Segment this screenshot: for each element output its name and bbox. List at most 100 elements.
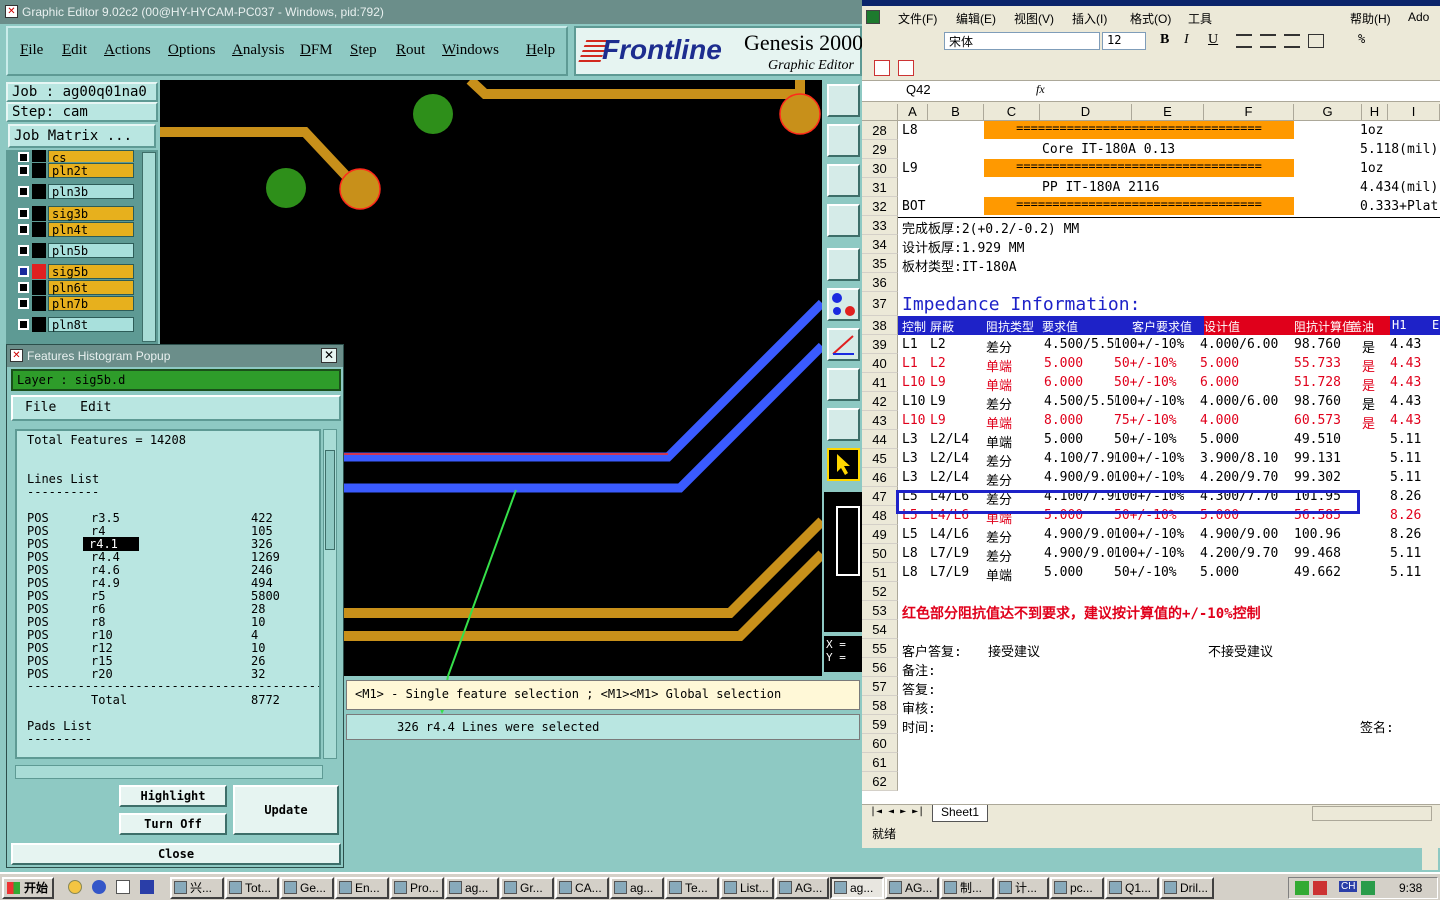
footer-label[interactable]: 时间: <box>902 717 992 736</box>
layer-row[interactable]: pln2t <box>16 163 134 178</box>
column-header[interactable]: F <box>1204 104 1294 121</box>
impedance-cell[interactable]: 98.760 <box>1294 337 1364 352</box>
menu-rout[interactable]: Rout <box>396 42 425 59</box>
impedance-header-cell[interactable]: 要求值 <box>1042 318 1132 335</box>
histogram-vertical-scrollbar[interactable] <box>323 429 337 759</box>
line-polarity[interactable]: POS <box>27 628 49 642</box>
menu-edit[interactable]: Edit <box>62 42 87 59</box>
row-header[interactable]: 61 <box>862 753 898 772</box>
row-header[interactable]: 38 <box>862 316 898 335</box>
impedance-cell[interactable]: 5.000 <box>1044 356 1116 371</box>
zoom-back-icon[interactable] <box>827 124 860 157</box>
underline-icon[interactable]: U <box>1208 32 1218 48</box>
row-header[interactable]: 55 <box>862 639 898 658</box>
line-symbol[interactable]: r10 <box>91 628 113 642</box>
line-count[interactable]: 26 <box>251 654 265 668</box>
row-header[interactable]: 44 <box>862 430 898 449</box>
excel-menu-view[interactable]: 视图(V) <box>1014 10 1054 27</box>
cell-thickness[interactable]: 1oz <box>1360 123 1440 138</box>
footer-option[interactable]: 接受建议 <box>988 641 1108 660</box>
line-symbol[interactable]: r8 <box>91 615 105 629</box>
tray-sogou-icon[interactable] <box>1361 881 1375 895</box>
row-header[interactable]: 42 <box>862 392 898 411</box>
row-header[interactable]: 28 <box>862 121 898 140</box>
row-header[interactable]: 60 <box>862 734 898 753</box>
row-header[interactable]: 47 <box>862 487 898 506</box>
popup-menu-edit[interactable]: Edit <box>80 400 111 415</box>
row-header[interactable]: 51 <box>862 563 898 582</box>
impedance-cell[interactable]: 99.131 <box>1294 451 1364 466</box>
font-size-select[interactable]: 12 <box>1102 32 1146 50</box>
line-symbol[interactable]: r12 <box>91 641 113 655</box>
cell-thickness[interactable]: 4.434(mil) <box>1360 180 1440 195</box>
taskbar-button[interactable]: Pro... <box>390 877 444 899</box>
impedance-cell[interactable]: 50+/-10% <box>1114 565 1184 580</box>
name-box[interactable]: Q42 <box>864 82 986 100</box>
taskbar-button[interactable]: ag... <box>610 877 664 899</box>
pointer-select-icon[interactable] <box>827 448 860 481</box>
excel-vertical-scroll[interactable] <box>1422 844 1438 870</box>
row-header[interactable]: 45 <box>862 449 898 468</box>
line-count[interactable]: 326 <box>251 537 273 551</box>
percent-icon[interactable]: % <box>1358 32 1365 46</box>
row-header[interactable]: 52 <box>862 582 898 601</box>
row-header[interactable]: 59 <box>862 715 898 734</box>
line-count[interactable]: 4 <box>251 628 258 642</box>
layer-checkbox[interactable] <box>18 282 29 293</box>
row-header[interactable]: 41 <box>862 373 898 392</box>
taskbar-button[interactable]: AG... <box>885 877 939 899</box>
impedance-cell[interactable]: 100+/-10% <box>1114 527 1184 542</box>
row-header[interactable]: 32 <box>862 197 898 216</box>
footer-option[interactable]: 不接受建议 <box>1208 641 1328 660</box>
layer-row[interactable]: cs <box>16 150 134 162</box>
impedance-cell[interactable]: 4.200/9.70 <box>1200 470 1290 485</box>
footer-label[interactable]: 客户答复: <box>902 641 992 660</box>
impedance-cell[interactable]: 60.573 <box>1294 413 1364 428</box>
layer-row[interactable]: sig3b <box>16 206 134 221</box>
taskbar-button[interactable]: 制... <box>940 877 994 899</box>
ime-indicator[interactable]: CH <box>1339 881 1358 892</box>
align-left-icon[interactable] <box>1236 34 1252 48</box>
menu-file[interactable]: File <box>20 42 43 59</box>
row-header[interactable]: 49 <box>862 525 898 544</box>
pdf-icon[interactable] <box>874 60 890 76</box>
stackup-bar[interactable]: ================================== <box>984 197 1294 215</box>
impedance-cell[interactable]: 4.43 <box>1390 356 1440 371</box>
impedance-cell[interactable]: 5.000 <box>1044 565 1116 580</box>
line-polarity[interactable]: POS <box>27 550 49 564</box>
impedance-cell[interactable]: 4.100/7.90 <box>1044 451 1116 466</box>
impedance-cell[interactable]: 98.760 <box>1294 394 1364 409</box>
bold-icon[interactable]: B <box>1160 32 1169 48</box>
impedance-cell[interactable]: 5.11 <box>1390 565 1440 580</box>
layer-checkbox[interactable] <box>18 245 29 256</box>
row-header[interactable]: 39 <box>862 335 898 354</box>
impedance-cell[interactable]: 100+/-10% <box>1114 451 1184 466</box>
drc-icon[interactable] <box>827 408 860 441</box>
row-header[interactable]: 50 <box>862 544 898 563</box>
zoom-fit-icon[interactable] <box>827 164 860 197</box>
column-header[interactable]: E <box>1132 104 1204 121</box>
row-header[interactable]: 57 <box>862 677 898 696</box>
board-info-cell[interactable]: 完成板厚:2(+0.2/-0.2) MM <box>902 218 1302 237</box>
taskbar-button[interactable]: 兴... <box>170 877 224 899</box>
menu-step[interactable]: Step <box>350 42 377 59</box>
line-count[interactable]: 10 <box>251 641 265 655</box>
taskbar-button[interactable]: List... <box>720 877 774 899</box>
layer-row[interactable]: pln3b <box>16 184 134 199</box>
board-info-cell[interactable]: 板材类型:IT-180A <box>902 256 1302 275</box>
line-polarity[interactable]: POS <box>27 524 49 538</box>
line-count[interactable]: 494 <box>251 576 273 590</box>
taskbar-button[interactable]: Gr... <box>500 877 554 899</box>
impedance-cell[interactable]: 8.26 <box>1390 489 1440 504</box>
row-header[interactable]: 30 <box>862 159 898 178</box>
line-count[interactable]: 105 <box>251 524 273 538</box>
row-header[interactable]: 58 <box>862 696 898 715</box>
excel-menu-tools[interactable]: 工具 <box>1188 10 1212 27</box>
cell-thickness[interactable]: 5.118(mil) <box>1360 142 1440 157</box>
impedance-cell[interactable]: 4.43 <box>1390 413 1440 428</box>
line-symbol[interactable]: r4.1 <box>83 537 139 551</box>
stackup-bar[interactable]: ================================== <box>984 159 1294 177</box>
impedance-cell[interactable]: 100+/-10% <box>1114 470 1184 485</box>
cell-layer[interactable]: L9 <box>902 161 982 176</box>
save-icon[interactable] <box>140 880 154 894</box>
